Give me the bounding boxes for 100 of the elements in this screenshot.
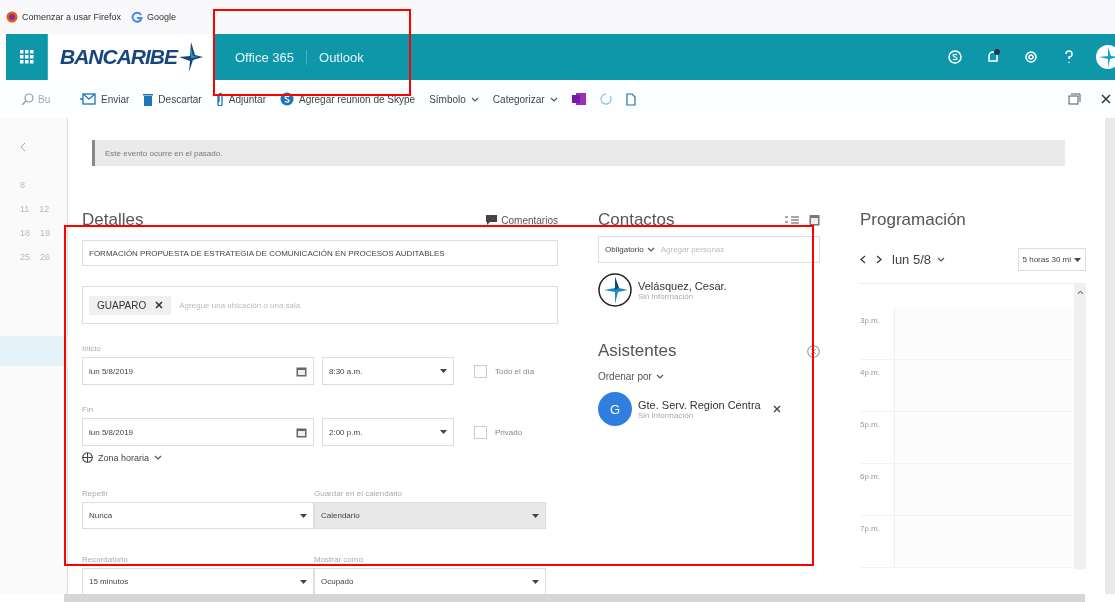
- date-dropdown[interactable]: lun 5/8: [892, 252, 946, 267]
- comment-icon: [486, 215, 498, 225]
- bookmark-link[interactable]: Google: [131, 11, 177, 23]
- dropdown-arrow-icon: [300, 579, 307, 584]
- skype-icon: [947, 49, 963, 65]
- calendar-icon: [296, 426, 307, 438]
- date-field[interactable]: lun 5/8/2019: [82, 418, 314, 446]
- chevron-down-icon: [549, 96, 558, 102]
- toolbar-button[interactable]: Símbolo: [429, 93, 479, 105]
- avatar-icon: [1095, 44, 1115, 70]
- popout-icon: [1068, 93, 1081, 105]
- chevron-left-icon: [860, 255, 866, 264]
- close-icon: [1101, 94, 1111, 104]
- toolbar-button[interactable]: Enviar: [80, 93, 130, 105]
- selected-folder-highlight: [0, 336, 68, 366]
- field-label: Inicio: [82, 344, 102, 353]
- dropdown-arrow-icon: [300, 513, 307, 518]
- avatar: G: [598, 392, 632, 426]
- date-field[interactable]: lun 5/8/2019: [82, 357, 314, 385]
- notice-text: Este evento ocurre en el pasado.: [105, 148, 223, 158]
- section-heading: Asistentes: [598, 341, 677, 361]
- chevron-down-icon: [655, 374, 664, 379]
- close-icon: [772, 405, 781, 413]
- hour-label: 3p.m.: [860, 315, 881, 327]
- avatar-icon: [598, 273, 632, 307]
- toolbar-button[interactable]: Descartar: [143, 92, 202, 106]
- dropdown-arrow-icon: [532, 579, 539, 584]
- calendar-icon: [809, 214, 820, 226]
- star-logo-icon: [179, 42, 203, 72]
- dropdown-value: Ocupado: [321, 577, 354, 586]
- time-value: 8:30 a.m.: [329, 366, 363, 376]
- envelope-icon: [80, 93, 96, 105]
- chevron-down-icon: [470, 96, 479, 102]
- logo-text: BANCARIBE: [60, 45, 177, 69]
- skype-icon: [279, 92, 294, 106]
- field-label: Fin: [82, 405, 95, 414]
- person-status: Sin información: [638, 291, 695, 301]
- chevron-up-icon: [1076, 290, 1084, 295]
- timezone-link[interactable]: Zona horaria: [82, 452, 558, 463]
- settings-icon: [1023, 49, 1039, 65]
- dropdown-arrow-icon: [440, 369, 447, 373]
- title-field[interactable]: FORMACIÓN PROPUESTA DE ESTRATEGIA DE COMUNICACIÓN EN PROCESOS AUDITABLES: [82, 240, 558, 266]
- field-label: Mostrar como: [314, 555, 364, 564]
- sort-dropdown[interactable]: Ordenar por: [598, 371, 820, 382]
- hour-label: 4p.m.: [860, 367, 881, 379]
- dropdown-field[interactable]: 15 minutos: [82, 568, 314, 595]
- google-icon: [131, 11, 144, 23]
- field-label: Guardar en el calendario: [314, 489, 404, 498]
- hour-label: 5p.m.: [860, 419, 881, 431]
- chevron-left-icon: [20, 142, 26, 152]
- field-label: Repetir: [82, 489, 109, 498]
- toolbar-button[interactable]: Adjuntar: [215, 92, 266, 106]
- search-text: Bu: [38, 93, 51, 105]
- checkbox-option[interactable]: Todo el día: [474, 364, 535, 378]
- toolbar-button[interactable]: Categorizar: [492, 93, 558, 105]
- hour-label: 7p.m.: [860, 523, 881, 535]
- dropdown-value: Nunca: [89, 511, 113, 520]
- duration-dropdown[interactable]: 5 horas 30 mi: [1017, 248, 1086, 271]
- chip-label: GUAPARO: [97, 299, 147, 311]
- chevron-right-icon: [876, 255, 882, 264]
- paperclip-icon: [215, 92, 224, 106]
- dropdown-arrow-icon: [532, 513, 539, 518]
- location-chip[interactable]: GUAPARO: [89, 295, 172, 315]
- section-heading: Programación: [860, 209, 967, 231]
- previous-button[interactable]: [860, 255, 866, 264]
- next-button[interactable]: [876, 255, 882, 264]
- comments-link[interactable]: Comentarios: [486, 214, 558, 226]
- dropdown-arrow-icon: [440, 430, 447, 434]
- person-status: Sin información: [638, 410, 694, 420]
- bookmark-link[interactable]: Comenzar a usar Firefox: [6, 11, 122, 23]
- document-icon: [625, 92, 636, 106]
- dropdown-field[interactable]: Ocupado: [314, 568, 546, 595]
- dropdown-field[interactable]: Nunca: [82, 502, 314, 529]
- person-name: Gte. Serv. Region Centra: [638, 398, 761, 411]
- dropdown-value: Calendario: [321, 511, 360, 520]
- date-value: lun 5/8/2019: [89, 366, 134, 376]
- dropdown-value: 15 minutos: [89, 577, 129, 586]
- section-heading: Contactos: [598, 210, 675, 230]
- list-icon: [785, 215, 799, 225]
- remove-button[interactable]: [772, 405, 781, 413]
- globe-icon: [82, 452, 93, 463]
- attendance-dropdown[interactable]: Obligatorio: [605, 245, 655, 254]
- waffle-icon: [19, 50, 34, 64]
- dropdown-arrow-icon: [1074, 257, 1081, 262]
- hour-label: 6p.m.: [860, 471, 881, 483]
- close-icon: [155, 301, 164, 309]
- chevron-down-icon: [646, 247, 655, 252]
- checkbox-option[interactable]: Privado: [474, 425, 523, 439]
- chevron-down-icon: [154, 455, 163, 460]
- chevron-down-icon: [937, 257, 946, 262]
- bell-icon: [985, 49, 1001, 65]
- refresh-icon: [599, 92, 612, 106]
- calendar-icon: [296, 365, 307, 377]
- trash-icon: [143, 92, 154, 106]
- time-dropdown[interactable]: 2:00 p.m.: [322, 418, 454, 446]
- date-value: lun 5/8/2019: [89, 427, 134, 437]
- section-heading: Detalles: [82, 210, 144, 230]
- time-dropdown[interactable]: 8:30 a.m.: [322, 357, 454, 385]
- person-name: Velásquez, Cesar.: [638, 279, 727, 292]
- onenote-icon: [571, 92, 586, 106]
